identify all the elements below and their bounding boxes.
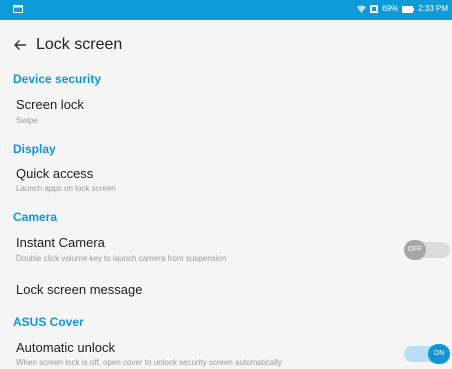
instant-camera-subtitle: Double click volume key to launch camera… [16, 254, 227, 263]
automatic-unlock-toggle[interactable]: ON [404, 344, 450, 364]
toggle-knob: ON [428, 344, 450, 364]
automatic-unlock-title: Automatic unlock [16, 340, 115, 355]
automatic-unlock-subtitle: When screen lock is off, open cover to u… [16, 358, 282, 367]
signal-icon [370, 5, 379, 13]
notification-icon [13, 5, 23, 13]
instant-camera-title: Instant Camera [16, 235, 105, 250]
battery-icon [402, 5, 415, 13]
lock-screen-message-title: Lock screen message [16, 282, 143, 297]
battery-percent: 69% [382, 4, 399, 13]
wifi-icon [357, 5, 367, 13]
section-header-asus-cover: ASUS Cover [13, 315, 84, 329]
status-bar: 69% 2:33 PM [0, 0, 452, 20]
instant-camera-toggle[interactable]: OFF [404, 240, 450, 260]
screen-lock-title: Screen lock [16, 97, 84, 112]
toggle-knob: OFF [404, 240, 426, 260]
section-header-display: Display [13, 142, 56, 156]
clock: 2:33 PM [418, 4, 448, 13]
quick-access-title: Quick access [16, 166, 94, 181]
page-title: Lock screen [36, 36, 123, 53]
screen-lock-subtitle: Swipe [16, 116, 38, 125]
section-header-camera: Camera [13, 210, 58, 224]
section-header-device-security: Device security [13, 72, 102, 86]
quick-access-subtitle: Launch apps on lock screen [16, 184, 116, 193]
arrow-back-icon[interactable] [13, 38, 27, 52]
